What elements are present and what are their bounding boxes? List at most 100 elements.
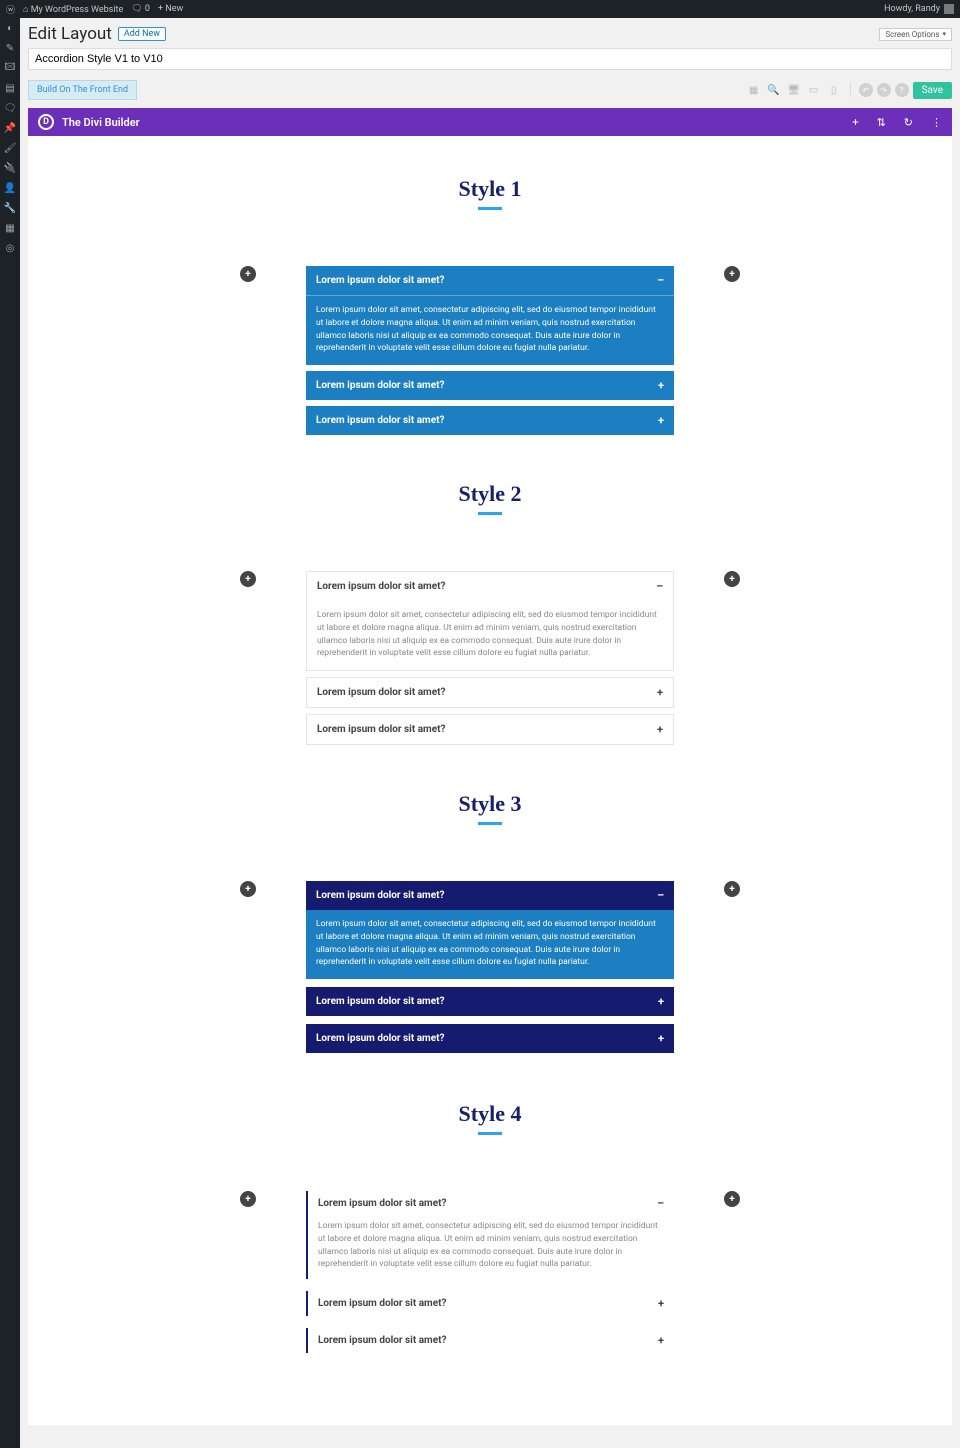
accordion-item: Lorem ipsum dolor sit amet? – Lorem ipsum…	[306, 1191, 674, 1279]
accordion-body: Lorem ipsum dolor sit amet, consectetur …	[306, 296, 674, 365]
expand-icon: +	[658, 995, 664, 1008]
undo-icon[interactable]: ↶	[859, 83, 873, 97]
collapse-icon: –	[657, 889, 664, 902]
history-icon[interactable]: ↻	[904, 116, 913, 129]
projects-icon[interactable]: 📌	[4, 122, 16, 134]
accordion-question: Lorem ipsum dolor sit amet?	[316, 275, 444, 286]
collapse-icon: –	[656, 580, 663, 593]
comments-icon[interactable]: 🗨	[4, 102, 16, 114]
builder-canvas: Style 1 + Lorem ipsum dolor sit amet? – L…	[28, 136, 952, 1425]
posts-icon[interactable]: ✎	[4, 42, 16, 54]
accordion-toggle[interactable]: Lorem ipsum dolor sit amet? –	[308, 1191, 674, 1216]
expand-icon: +	[658, 379, 664, 392]
accordion-question: Lorem ipsum dolor sit amet?	[316, 890, 444, 901]
plugins-icon[interactable]: 🔌	[4, 162, 16, 174]
add-module-right[interactable]: +	[724, 266, 740, 282]
dashboard-icon[interactable]: ◐	[4, 22, 16, 34]
accordion-item: Lorem ipsum dolor sit amet? +	[306, 406, 674, 435]
more-icon[interactable]: ⋮	[931, 116, 942, 129]
post-title-input[interactable]	[28, 48, 952, 70]
add-module-right[interactable]: +	[724, 881, 740, 897]
main-content: Edit Layout Add New Screen Options Build…	[20, 18, 960, 1448]
accordion-toggle[interactable]: Lorem ipsum dolor sit amet?+	[308, 1328, 674, 1353]
add-module-left[interactable]: +	[240, 266, 256, 282]
wireframe-view-icon[interactable]: ▦	[746, 82, 762, 98]
accordion-toggle[interactable]: Lorem ipsum dolor sit amet?+	[307, 715, 673, 744]
settings-icon[interactable]: ▦	[4, 222, 16, 234]
screen-options-button[interactable]: Screen Options	[879, 28, 952, 41]
accordion-item: Lorem ipsum dolor sit amet?+	[306, 714, 674, 745]
site-name: My WordPress Website	[31, 5, 124, 15]
accordion-question: Lorem ipsum dolor sit amet?	[318, 1198, 446, 1209]
accordion-style-2: Lorem ipsum dolor sit amet? – Lorem ipsum…	[306, 571, 674, 745]
expand-icon: +	[658, 414, 664, 427]
accordion-style-1: Lorem ipsum dolor sit amet?– Lorem ipsum…	[306, 266, 674, 435]
accordion-toggle[interactable]: Lorem ipsum dolor sit amet? +	[306, 406, 674, 435]
divi-builder-header: D The Divi Builder + ⇅ ↻ ⋮	[28, 108, 952, 136]
tablet-view-icon[interactable]: ▭	[806, 82, 822, 98]
divi-logo-icon: D	[38, 114, 54, 130]
accordion-toggle[interactable]: Lorem ipsum dolor sit amet? –	[307, 572, 673, 601]
accordion-question: Lorem ipsum dolor sit amet?	[318, 1298, 446, 1309]
comment-count: 0	[145, 4, 150, 14]
accordion-body: Lorem ipsum dolor sit amet, consectetur …	[306, 910, 674, 979]
accordion-item: Lorem ipsum dolor sit amet? – Lorem ipsum…	[306, 881, 674, 979]
accordion-item: Lorem ipsum dolor sit amet? +	[306, 1291, 674, 1316]
accordion-question: Lorem ipsum dolor sit amet?	[316, 415, 444, 426]
pages-icon[interactable]: ▤	[4, 82, 16, 94]
add-new-button[interactable]: Add New	[118, 27, 166, 41]
wp-logo-icon[interactable]: ⓦ	[6, 3, 15, 16]
accordion-style-4: Lorem ipsum dolor sit amet? – Lorem ipsum…	[306, 1191, 674, 1353]
media-icon[interactable]: 🖾	[4, 62, 16, 74]
add-section-icon[interactable]: +	[852, 116, 858, 129]
section-title: Style 1	[28, 176, 952, 210]
build-on-frontend-button[interactable]: Build On The Front End	[28, 80, 137, 100]
accordion-toggle[interactable]: Lorem ipsum dolor sit amet?+	[306, 1024, 674, 1053]
expand-icon: +	[658, 1297, 664, 1310]
howdy-text[interactable]: Howdy, Randy	[884, 4, 940, 14]
accordion-item: Lorem ipsum dolor sit amet?+	[306, 1024, 674, 1053]
desktop-view-icon[interactable]: 🖥	[786, 82, 802, 98]
tools-icon[interactable]: 🔧	[4, 202, 16, 214]
accordion-question: Lorem ipsum dolor sit amet?	[317, 581, 445, 592]
section-style-2: Style 2 + Lorem ipsum dolor sit amet? – L…	[28, 461, 952, 771]
accordion-toggle[interactable]: Lorem ipsum dolor sit amet?+	[306, 371, 674, 400]
accordion-toggle[interactable]: Lorem ipsum dolor sit amet? –	[306, 881, 674, 910]
accordion-style-3: Lorem ipsum dolor sit amet? – Lorem ipsum…	[306, 881, 674, 1053]
add-module-right[interactable]: +	[724, 571, 740, 587]
accordion-item: Lorem ipsum dolor sit amet?– Lorem ipsum…	[306, 266, 674, 365]
accordion-toggle[interactable]: Lorem ipsum dolor sit amet? +	[306, 987, 674, 1016]
phone-view-icon[interactable]: ▯	[826, 82, 842, 98]
redo-icon[interactable]: ↷	[877, 83, 891, 97]
accordion-question: Lorem ipsum dolor sit amet?	[317, 724, 445, 735]
divi-icon[interactable]: ◎	[4, 242, 16, 254]
add-module-left[interactable]: +	[240, 1191, 256, 1207]
accordion-toggle[interactable]: Lorem ipsum dolor sit amet?+	[307, 678, 673, 707]
wp-admin-sidebar: ◐ ✎ 🖾 ▤ 🗨 📌 🖌 🔌 👤 🔧 ▦ ◎	[0, 18, 20, 1448]
users-icon[interactable]: 👤	[4, 182, 16, 194]
appearance-icon[interactable]: 🖌	[4, 142, 16, 154]
comment-icon: 🗨	[131, 4, 142, 14]
zoom-view-icon[interactable]: 🔍	[766, 82, 782, 98]
accordion-question: Lorem ipsum dolor sit amet?	[318, 1335, 446, 1346]
accordion-toggle[interactable]: Lorem ipsum dolor sit amet?–	[306, 266, 674, 296]
add-module-right[interactable]: +	[724, 1191, 740, 1207]
expand-icon: +	[657, 686, 663, 699]
accordion-item: Lorem ipsum dolor sit amet?+	[306, 371, 674, 400]
collapse-icon: –	[657, 1197, 664, 1210]
new-content-link[interactable]: + New	[158, 4, 183, 14]
accordion-body: Lorem ipsum dolor sit amet, consectetur …	[308, 1216, 674, 1279]
separator	[850, 83, 851, 97]
add-module-left[interactable]: +	[240, 571, 256, 587]
avatar[interactable]	[944, 4, 954, 14]
accordion-toggle[interactable]: Lorem ipsum dolor sit amet? +	[308, 1291, 674, 1316]
comments-link[interactable]: 🗨 0	[131, 4, 150, 14]
section-title: Style 2	[28, 481, 952, 515]
accordion-question: Lorem ipsum dolor sit amet?	[316, 996, 444, 1007]
site-home-link[interactable]: ⌂ My WordPress Website	[23, 4, 123, 15]
settings-icon[interactable]: ⇅	[877, 116, 886, 129]
section-style-1: Style 1 + Lorem ipsum dolor sit amet?– L…	[28, 156, 952, 461]
save-button[interactable]: Save	[913, 82, 952, 99]
help-icon[interactable]: ?	[895, 83, 909, 97]
add-module-left[interactable]: +	[240, 881, 256, 897]
